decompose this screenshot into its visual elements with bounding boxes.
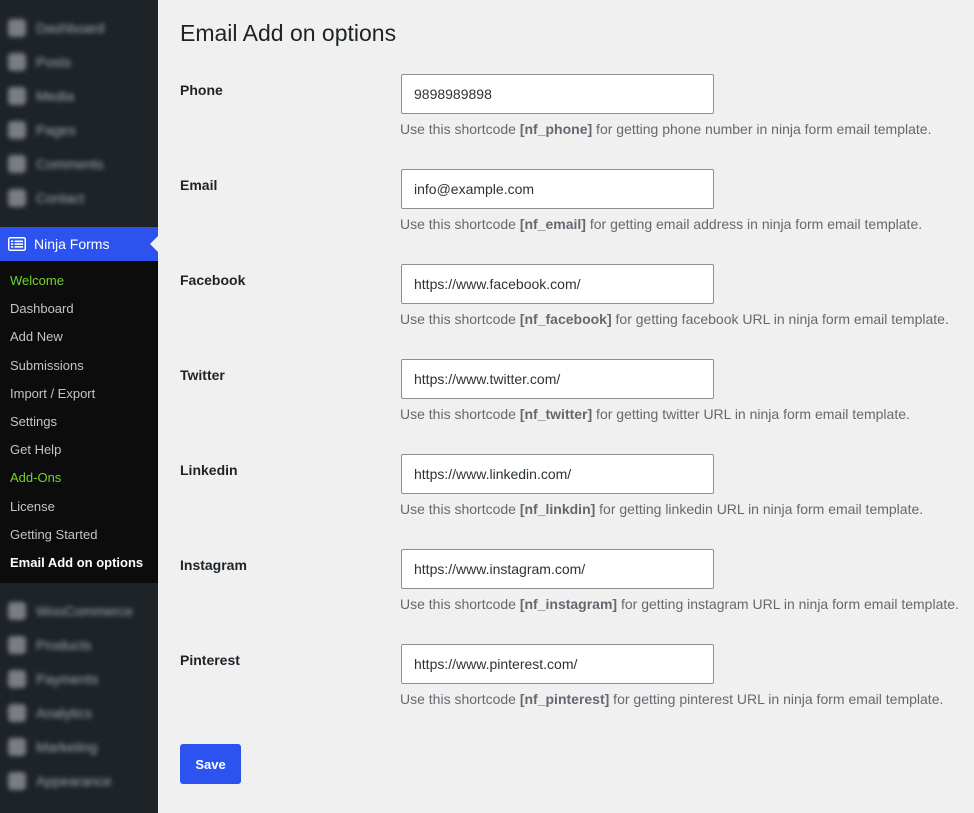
sidebar-item-payments[interactable]: Payments <box>0 662 158 696</box>
field-row-email: Email Use this shortcode [nf_email] for … <box>180 169 970 239</box>
submenu-add-new[interactable]: Add New <box>0 323 158 351</box>
phone-shortcode: [nf_phone] <box>519 121 593 137</box>
pin-icon <box>8 53 26 71</box>
mail-icon <box>8 189 26 207</box>
field-row-instagram: Instagram Use this shortcode [nf_instagr… <box>180 549 970 619</box>
pinterest-label: Pinterest <box>180 652 240 668</box>
sidebar-item-ninja-forms-label: Ninja Forms <box>34 236 110 252</box>
current-menu-arrow <box>150 236 158 252</box>
pages-icon <box>8 121 26 139</box>
phone-label: Phone <box>180 82 223 98</box>
megaphone-icon <box>8 738 26 756</box>
submenu-submissions[interactable]: Submissions <box>0 352 158 380</box>
instagram-shortcode: [nf_instagram] <box>519 596 618 612</box>
comments-icon <box>8 155 26 173</box>
pinterest-input[interactable] <box>401 644 714 684</box>
pinterest-shortcode: [nf_pinterest] <box>519 691 610 707</box>
submenu-get-help[interactable]: Get Help <box>0 436 158 464</box>
payments-icon <box>8 670 26 688</box>
submenu-dashboard[interactable]: Dashboard <box>0 295 158 323</box>
submenu-getting-started[interactable]: Getting Started <box>0 521 158 549</box>
field-row-facebook: Facebook Use this shortcode [nf_facebook… <box>180 264 970 334</box>
facebook-input[interactable] <box>401 264 714 304</box>
ninja-forms-submenu: Welcome Dashboard Add New Submissions Im… <box>0 261 158 584</box>
field-row-twitter: Twitter Use this shortcode [nf_twitter] … <box>180 359 970 429</box>
ninja-forms-icon <box>8 237 26 251</box>
pinterest-description: Use this shortcode [nf_pinterest] for ge… <box>400 691 944 707</box>
sidebar-item-ninja-forms[interactable]: Ninja Forms <box>0 227 158 261</box>
sidebar-bottom-menu-blurred: WooCommerce Products Payments Analytics … <box>0 594 158 798</box>
twitter-shortcode: [nf_twitter] <box>519 406 593 422</box>
field-row-pinterest: Pinterest Use this shortcode [nf_pintere… <box>180 644 970 714</box>
sidebar-item-woocommerce[interactable]: WooCommerce <box>0 594 158 628</box>
sidebar-item-dashboard[interactable]: Dashboard <box>0 11 158 45</box>
sidebar-item-pages[interactable]: Pages <box>0 113 158 147</box>
twitter-label: Twitter <box>180 367 225 383</box>
sidebar-item-appearance[interactable]: Appearance <box>0 764 158 798</box>
field-row-linkedin: Linkedin Use this shortcode [nf_linkdin]… <box>180 454 970 524</box>
phone-description: Use this shortcode [nf_phone] for gettin… <box>400 121 932 137</box>
phone-input[interactable] <box>401 74 714 114</box>
sidebar-item-analytics[interactable]: Analytics <box>0 696 158 730</box>
facebook-description: Use this shortcode [nf_facebook] for get… <box>400 311 949 327</box>
submenu-email-add-on-options[interactable]: Email Add on options <box>0 549 158 577</box>
admin-sidebar: Dashboard Posts Media Pages Comments Con… <box>0 0 158 813</box>
instagram-label: Instagram <box>180 557 247 573</box>
twitter-description: Use this shortcode [nf_twitter] for gett… <box>400 406 910 422</box>
email-input[interactable] <box>401 169 714 209</box>
sidebar-item-comments[interactable]: Comments <box>0 147 158 181</box>
submenu-license[interactable]: License <box>0 493 158 521</box>
email-shortcode: [nf_email] <box>519 216 586 232</box>
dashboard-icon <box>8 19 26 37</box>
products-icon <box>8 636 26 654</box>
email-description: Use this shortcode [nf_email] for gettin… <box>400 216 923 232</box>
linkedin-label: Linkedin <box>180 462 238 478</box>
linkedin-shortcode: [nf_linkdin] <box>519 501 596 517</box>
analytics-icon <box>8 704 26 722</box>
submenu-welcome[interactable]: Welcome <box>0 267 158 295</box>
linkedin-input[interactable] <box>401 454 714 494</box>
twitter-input[interactable] <box>401 359 714 399</box>
sidebar-item-marketing[interactable]: Marketing <box>0 730 158 764</box>
facebook-shortcode: [nf_facebook] <box>519 311 612 327</box>
email-label: Email <box>180 177 218 193</box>
submenu-import-export[interactable]: Import / Export <box>0 380 158 408</box>
woocommerce-icon <box>8 602 26 620</box>
submenu-add-ons[interactable]: Add-Ons <box>0 464 158 492</box>
linkedin-description: Use this shortcode [nf_linkdin] for gett… <box>400 501 924 517</box>
sidebar-item-media[interactable]: Media <box>0 79 158 113</box>
brush-icon <box>8 772 26 790</box>
sidebar-top-menu-blurred: Dashboard Posts Media Pages Comments Con… <box>0 0 158 215</box>
instagram-description: Use this shortcode [nf_instagram] for ge… <box>400 596 959 612</box>
page-title: Email Add on options <box>180 20 397 46</box>
save-button[interactable]: Save <box>180 744 241 784</box>
sidebar-item-products[interactable]: Products <box>0 628 158 662</box>
submenu-settings[interactable]: Settings <box>0 408 158 436</box>
instagram-input[interactable] <box>401 549 714 589</box>
sidebar-item-contact[interactable]: Contact <box>0 181 158 215</box>
field-row-phone: Phone Use this shortcode [nf_phone] for … <box>180 74 970 144</box>
facebook-label: Facebook <box>180 272 246 288</box>
media-icon <box>8 87 26 105</box>
sidebar-item-posts[interactable]: Posts <box>0 45 158 79</box>
